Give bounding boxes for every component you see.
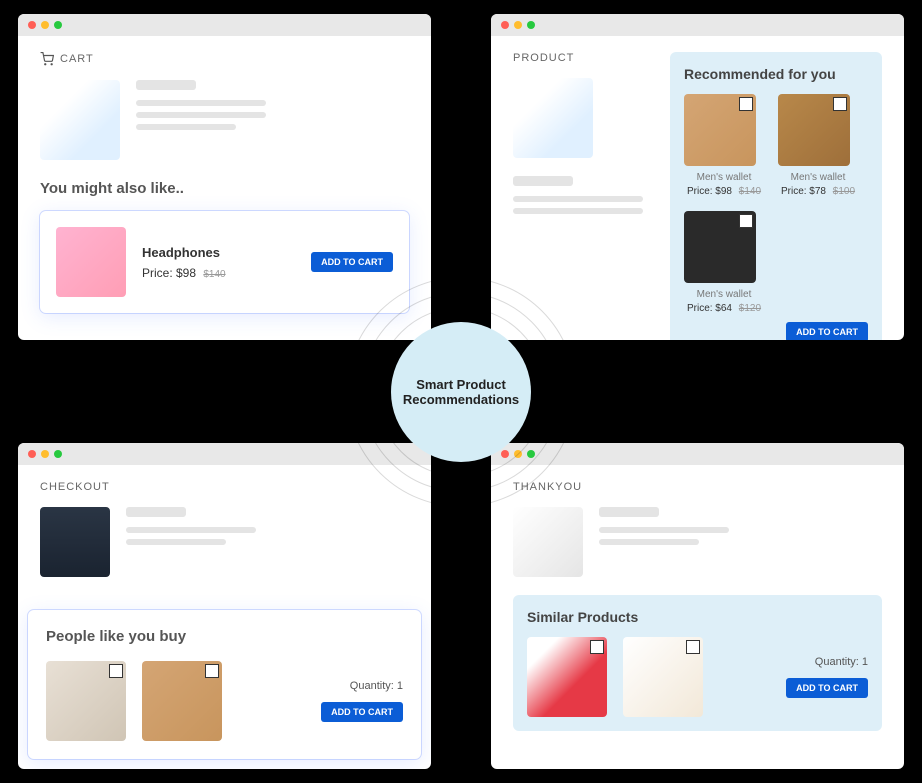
close-dot-icon xyxy=(28,450,36,458)
maximize-dot-icon xyxy=(527,21,535,29)
quantity-label: Quantity: 1 xyxy=(238,680,403,692)
skeleton-line xyxy=(599,539,699,545)
recommendation-item[interactable]: Men's wallet Price: $98 $140 xyxy=(684,94,764,197)
checkbox[interactable] xyxy=(590,640,604,654)
product-thumbnail xyxy=(778,94,850,166)
product-thumbnail xyxy=(40,80,120,160)
product-price: Price: $98 $140 xyxy=(684,186,764,197)
titlebar xyxy=(18,14,431,36)
panel-title: Recommended for you xyxy=(684,66,868,82)
product-name: Headphones xyxy=(142,245,295,260)
product-name: Men's wallet xyxy=(684,289,764,300)
section-title: People like you buy xyxy=(46,628,403,645)
skeleton-line xyxy=(513,196,643,202)
recommendation-item[interactable]: Men's wallet Price: $78 $100 xyxy=(778,94,858,197)
add-to-cart-button[interactable]: ADD TO CART xyxy=(786,678,868,698)
cart-window: CART You might also like.. Headphones Pr… xyxy=(18,14,431,340)
checkbox[interactable] xyxy=(739,214,753,228)
skeleton-line xyxy=(136,100,266,106)
checkbox[interactable] xyxy=(205,664,219,678)
add-to-cart-button[interactable]: ADD TO CART xyxy=(321,702,403,722)
product-thumbnail xyxy=(513,78,593,158)
cart-icon xyxy=(40,52,54,66)
minimize-dot-icon xyxy=(41,21,49,29)
recommendation-card: People like you buy Quantity: 1 ADD TO C… xyxy=(28,610,421,759)
checkbox[interactable] xyxy=(739,97,753,111)
product-thumbnail xyxy=(684,211,756,283)
recommendations-panel: Recommended for you Men's wallet Price: … xyxy=(670,52,882,340)
skeleton-title xyxy=(126,507,186,517)
product-thumbnail[interactable] xyxy=(527,637,607,717)
add-to-cart-button[interactable]: ADD TO CART xyxy=(311,252,393,272)
skeleton-title xyxy=(513,176,573,186)
product-thumbnail xyxy=(513,507,583,577)
product-price: Price: $98 $140 xyxy=(142,266,295,280)
skeleton-line xyxy=(513,208,643,214)
minimize-dot-icon xyxy=(514,21,522,29)
quantity-label: Quantity: 1 xyxy=(719,656,868,668)
section-title: Similar Products xyxy=(527,609,868,625)
page-heading: CHECKOUT xyxy=(40,481,409,493)
checkbox[interactable] xyxy=(686,640,700,654)
skeleton-line xyxy=(126,527,256,533)
product-price: Price: $78 $100 xyxy=(778,186,858,197)
add-to-cart-button[interactable]: ADD TO CART xyxy=(786,322,868,340)
maximize-dot-icon xyxy=(54,21,62,29)
skeleton-line xyxy=(599,527,729,533)
product-thumbnail xyxy=(684,94,756,166)
skeleton-line xyxy=(136,124,236,130)
close-dot-icon xyxy=(501,21,509,29)
skeleton-line xyxy=(136,112,266,118)
minimize-dot-icon xyxy=(41,450,49,458)
recommendations-panel: Similar Products Quantity: 1 ADD TO CART xyxy=(513,595,882,731)
product-thumbnail[interactable] xyxy=(623,637,703,717)
skeleton-title xyxy=(599,507,659,517)
product-thumbnail[interactable] xyxy=(142,661,222,741)
product-thumbnail[interactable] xyxy=(46,661,126,741)
skeleton-title xyxy=(136,80,196,90)
product-thumbnail xyxy=(56,227,126,297)
product-window: PRODUCT Recommended for you Men's wallet… xyxy=(491,14,904,340)
product-thumbnail xyxy=(40,507,110,577)
section-title: You might also like.. xyxy=(40,180,409,197)
close-dot-icon xyxy=(28,21,36,29)
skeleton-line xyxy=(126,539,226,545)
product-name: Men's wallet xyxy=(778,172,858,183)
checkout-window: CHECKOUT People like you buy Quantity: 1… xyxy=(18,443,431,769)
page-heading: CART xyxy=(40,52,409,66)
checkbox[interactable] xyxy=(833,97,847,111)
checkbox[interactable] xyxy=(109,664,123,678)
page-heading: PRODUCT xyxy=(513,52,656,64)
recommendation-item[interactable]: Men's wallet Price: $64 $120 xyxy=(684,211,764,314)
titlebar xyxy=(491,14,904,36)
center-badge: Smart Product Recommendations xyxy=(391,322,531,462)
page-heading: THANKYOU xyxy=(513,481,882,493)
maximize-dot-icon xyxy=(54,450,62,458)
recommendation-card: Headphones Price: $98 $140 ADD TO CART xyxy=(40,211,409,313)
product-name: Men's wallet xyxy=(684,172,764,183)
thankyou-window: THANKYOU Similar Products Quantity: 1 AD… xyxy=(491,443,904,769)
product-price: Price: $64 $120 xyxy=(684,303,764,314)
